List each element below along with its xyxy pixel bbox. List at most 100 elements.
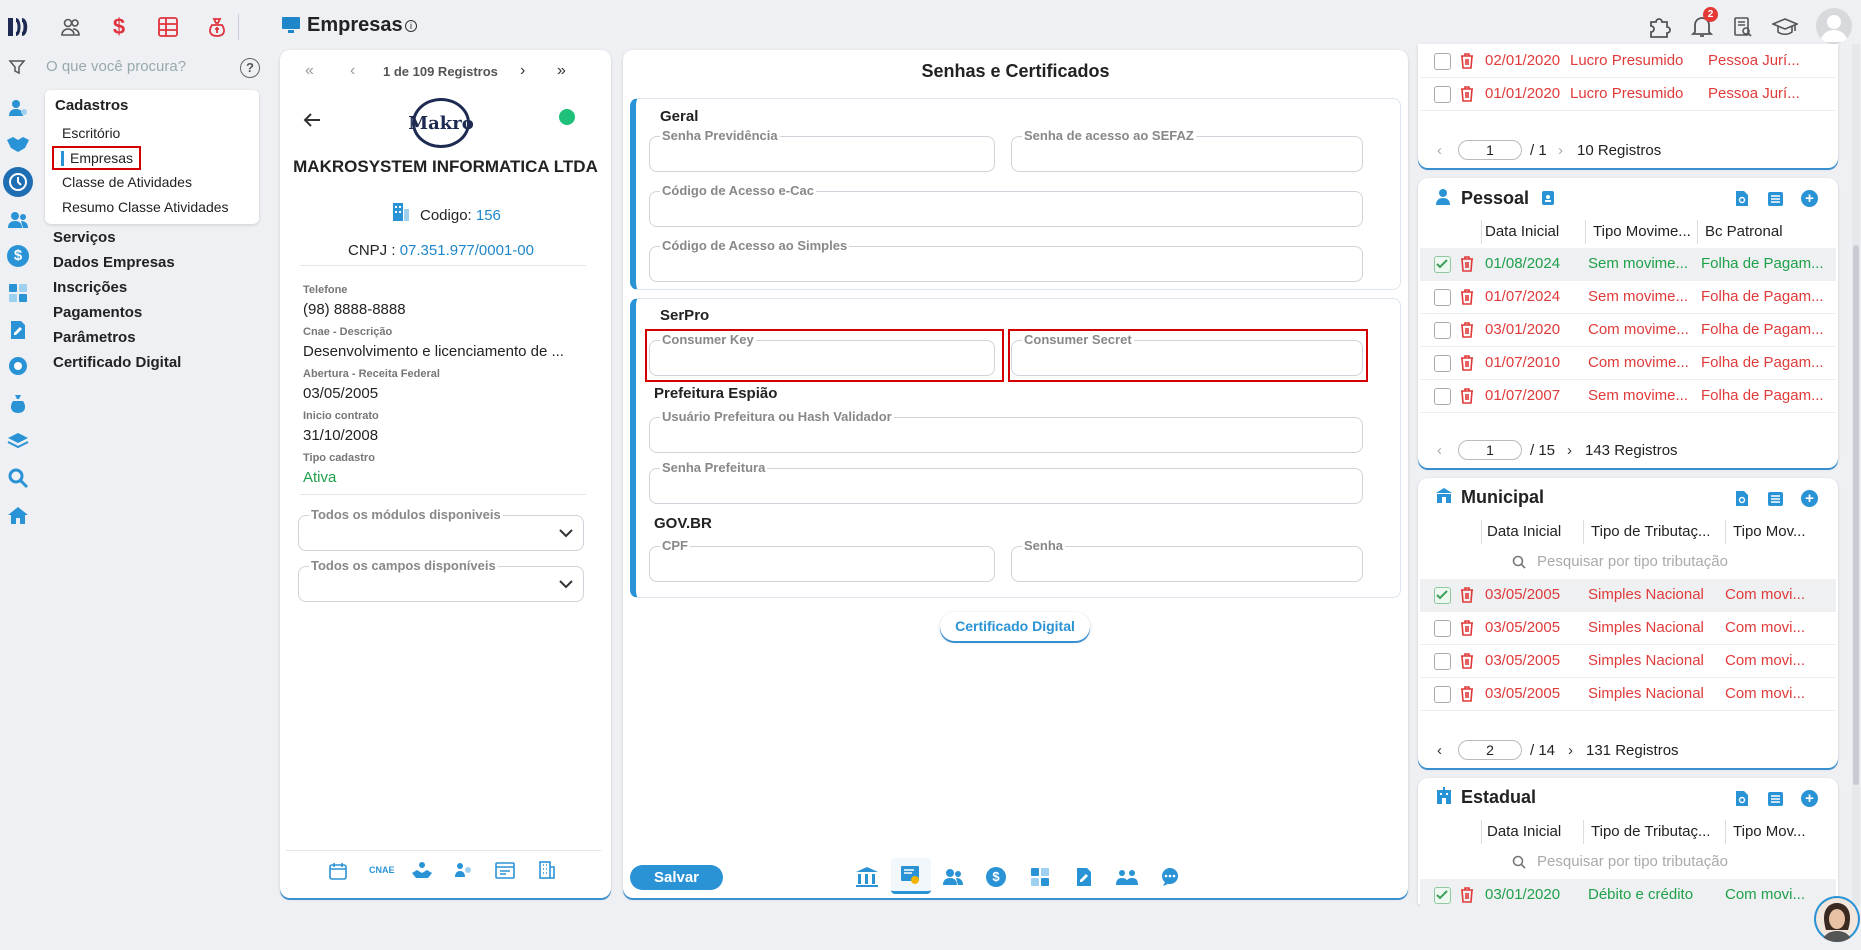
layers-icon[interactable] xyxy=(4,427,32,455)
table-row[interactable]: 01/07/2010 Com movime... Folha de Pagam.… xyxy=(1420,347,1836,380)
home-icon[interactable] xyxy=(4,501,32,529)
table-row[interactable]: 02/01/2020 Lucro Presumido Pessoa Jurí..… xyxy=(1420,45,1836,78)
trash-icon[interactable] xyxy=(1460,354,1474,371)
list-icon[interactable] xyxy=(1767,191,1784,207)
document-search-icon[interactable] xyxy=(1734,790,1750,807)
menu-item-certificado-digital[interactable]: Certificado Digital xyxy=(53,354,181,371)
back-arrow-icon[interactable] xyxy=(302,110,322,130)
puzzle-icon[interactable] xyxy=(1645,12,1675,42)
page-input[interactable]: 1 xyxy=(1458,140,1522,160)
table-row[interactable]: 03/05/2005 Simples Nacional Com movi... xyxy=(1420,645,1836,678)
menu-item-parametros[interactable]: Parâmetros xyxy=(53,329,136,346)
table-row[interactable]: 03/05/2005 Simples Nacional Com movi... xyxy=(1420,678,1836,711)
tab-senhas-certificados[interactable] xyxy=(891,858,931,894)
save-button[interactable]: Salvar xyxy=(630,865,723,890)
app-logo[interactable] xyxy=(4,12,34,42)
money-bag-rail-icon[interactable] xyxy=(4,390,32,418)
list-icon[interactable] xyxy=(1767,491,1784,507)
table-row[interactable]: 01/07/2024 Sem movime... Folha de Pagam.… xyxy=(1420,281,1836,314)
id-card-tab-icon[interactable] xyxy=(495,862,515,879)
group-tab-icon[interactable] xyxy=(1115,868,1139,886)
clock-icon[interactable] xyxy=(3,167,33,197)
help-icon[interactable]: ? xyxy=(240,58,260,78)
row-checkbox[interactable] xyxy=(1434,322,1451,339)
filter-icon[interactable] xyxy=(8,58,26,76)
row-checkbox[interactable] xyxy=(1434,256,1451,273)
add-icon[interactable]: + xyxy=(1801,490,1818,507)
menu-item-servicos[interactable]: Serviços xyxy=(53,229,116,246)
users-icon[interactable] xyxy=(56,12,86,42)
cpf-field[interactable]: CPF xyxy=(649,538,995,582)
edit-tab-icon[interactable] xyxy=(1074,866,1094,888)
menu-item-empresas[interactable]: Empresas xyxy=(70,150,133,166)
page-input[interactable]: 1 xyxy=(1458,440,1522,460)
calculator-tab-icon[interactable] xyxy=(1030,867,1050,887)
column-header[interactable]: Data Inicial xyxy=(1485,223,1559,240)
next-record-button[interactable]: › xyxy=(520,62,525,80)
column-header[interactable]: Tipo Mov... xyxy=(1733,823,1813,840)
trash-icon[interactable] xyxy=(1460,52,1474,69)
menu-item-dados-empresas[interactable]: Dados Empresas xyxy=(53,254,175,271)
dollar-icon[interactable]: $ xyxy=(104,12,134,42)
codigo-ecac-field[interactable]: Código de Acesso e-Cac xyxy=(649,183,1363,227)
trash-icon[interactable] xyxy=(1460,255,1474,272)
campos-select[interactable]: Todos os campos disponíveis xyxy=(298,558,584,602)
search-rail-icon[interactable] xyxy=(4,464,32,492)
menu-item-escritorio[interactable]: Escritório xyxy=(62,125,120,141)
search-input[interactable]: O que você procura? xyxy=(46,58,186,75)
next-page-button[interactable]: › xyxy=(1567,442,1572,459)
menu-item-classe-atividades[interactable]: Classe de Atividades xyxy=(62,174,192,190)
calculator-icon[interactable] xyxy=(4,279,32,307)
info-icon[interactable]: i xyxy=(405,20,417,32)
trash-icon[interactable] xyxy=(1460,288,1474,305)
cnae-tab[interactable]: CNAE xyxy=(369,865,395,875)
add-icon[interactable]: + xyxy=(1801,190,1818,207)
table-row[interactable]: 01/07/2007 Sem movime... Folha de Pagam.… xyxy=(1420,380,1836,413)
people-icon[interactable] xyxy=(4,206,32,234)
document-search-icon[interactable] xyxy=(1734,490,1750,507)
handshake-icon[interactable] xyxy=(4,130,32,158)
settings-icon[interactable] xyxy=(4,352,32,380)
menu-item-pagamentos[interactable]: Pagamentos xyxy=(53,304,142,321)
table-row[interactable]: 01/01/2020 Lucro Presumido Pessoa Jurí..… xyxy=(1420,78,1836,111)
prev-record-button[interactable]: ‹ xyxy=(350,62,355,80)
first-record-button[interactable]: « xyxy=(305,62,314,80)
badge-icon[interactable] xyxy=(1541,190,1555,206)
prev-page-button[interactable]: ‹ xyxy=(1437,442,1442,459)
handshake-tab-icon[interactable] xyxy=(411,861,433,879)
menu-item-resumo-classe[interactable]: Resumo Classe Atividades xyxy=(62,199,229,215)
add-icon[interactable]: + xyxy=(1801,790,1818,807)
next-page-button[interactable]: › xyxy=(1558,142,1563,159)
prev-page-button[interactable]: ‹ xyxy=(1437,742,1442,759)
table-row[interactable]: 03/01/2020 Débito e crédito Com movi... xyxy=(1420,879,1836,912)
support-avatar[interactable] xyxy=(1814,896,1860,942)
table-row[interactable]: 03/05/2005 Simples Nacional Com movi... xyxy=(1420,612,1836,645)
column-header[interactable]: Data Inicial xyxy=(1487,523,1561,540)
dollar-circle-icon[interactable]: $ xyxy=(4,242,32,270)
bank-icon[interactable] xyxy=(855,866,879,888)
modulos-select[interactable]: Todos os módulos disponiveis xyxy=(298,507,584,551)
table-row[interactable]: 03/01/2020 Com movime... Folha de Pagam.… xyxy=(1420,314,1836,347)
column-header[interactable]: Tipo de Tributaç... xyxy=(1591,523,1709,540)
trash-icon[interactable] xyxy=(1460,85,1474,102)
graduation-cap-icon[interactable] xyxy=(1770,12,1800,42)
row-checkbox[interactable] xyxy=(1434,653,1451,670)
column-header[interactable]: Tipo Mov... xyxy=(1733,523,1813,540)
certificado-digital-button[interactable]: Certificado Digital xyxy=(940,612,1090,641)
menu-item-inscricoes[interactable]: Inscrições xyxy=(53,279,127,296)
row-checkbox[interactable] xyxy=(1434,289,1451,306)
page-input[interactable]: 2 xyxy=(1458,740,1522,760)
column-header[interactable]: Data Inicial xyxy=(1487,823,1561,840)
last-record-button[interactable]: » xyxy=(557,62,566,80)
column-header[interactable]: Tipo de Tributaç... xyxy=(1591,823,1709,840)
senha-govbr-field[interactable]: Senha xyxy=(1011,538,1363,582)
trash-icon[interactable] xyxy=(1460,586,1474,603)
row-checkbox[interactable] xyxy=(1434,686,1451,703)
row-checkbox[interactable] xyxy=(1434,355,1451,372)
dollar-tab-icon[interactable]: $ xyxy=(986,867,1006,887)
calendar-tab-icon[interactable] xyxy=(328,862,348,880)
trash-icon[interactable] xyxy=(1460,321,1474,338)
codigo-simples-field[interactable]: Código de Acesso ao Simples xyxy=(649,238,1363,282)
row-checkbox[interactable] xyxy=(1434,887,1451,904)
tributacao-search-input[interactable]: Pesquisar por tipo tributação xyxy=(1537,553,1728,570)
